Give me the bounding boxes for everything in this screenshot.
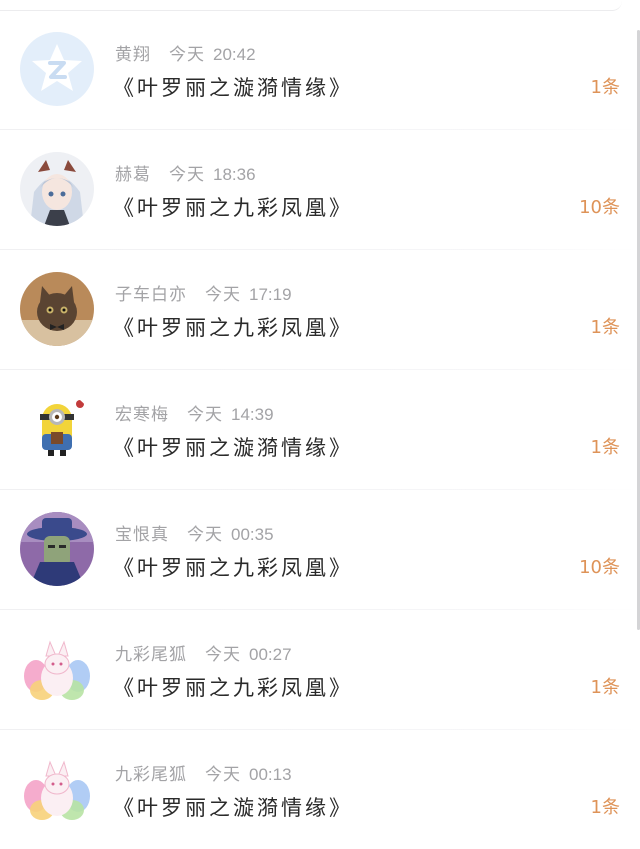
- sender-name[interactable]: 宏寒梅: [115, 405, 169, 425]
- item-meta: 子车白亦 今天 17:19: [115, 280, 292, 305]
- book-title[interactable]: 《叶罗丽之漩漪情缘》: [113, 72, 353, 102]
- item-meta: 九彩尾狐 今天 00:27: [115, 640, 292, 665]
- reply-count: 1条: [590, 77, 620, 98]
- time-label: 14:39: [231, 405, 274, 424]
- date-label: 今天: [205, 765, 241, 785]
- reply-count: 1条: [590, 797, 620, 818]
- date-label: 今天: [169, 45, 205, 65]
- reply-count: 10条: [579, 197, 620, 218]
- date-label: 今天: [187, 405, 223, 425]
- qq-star-avatar[interactable]: [20, 32, 94, 106]
- minion-avatar[interactable]: [20, 392, 94, 466]
- time-label: 00:13: [249, 765, 292, 784]
- book-title[interactable]: 《叶罗丽之九彩凤凰》: [113, 552, 353, 582]
- reply-count: 1条: [590, 677, 620, 698]
- time-label: 18:36: [213, 165, 256, 184]
- nine-tailed-fox-avatar[interactable]: [20, 752, 94, 826]
- sender-name[interactable]: 九彩尾狐: [115, 645, 187, 665]
- sender-name[interactable]: 黄翔: [115, 45, 151, 65]
- masked-figure-avatar[interactable]: [20, 512, 94, 586]
- sender-name[interactable]: 九彩尾狐: [115, 765, 187, 785]
- anime-girl-avatar[interactable]: [20, 152, 94, 226]
- list-item[interactable]: 宏寒梅 今天 14:39 《叶罗丽之漩漪情缘》 1条: [0, 370, 637, 490]
- list-item[interactable]: 子车白亦 今天 17:19 《叶罗丽之九彩凤凰》 1条: [0, 250, 637, 370]
- time-label: 00:27: [249, 645, 292, 664]
- book-title[interactable]: 《叶罗丽之九彩凤凰》: [113, 672, 353, 702]
- book-title[interactable]: 《叶罗丽之九彩凤凰》: [113, 312, 353, 342]
- nine-tailed-fox-avatar[interactable]: [20, 632, 94, 706]
- book-title[interactable]: 《叶罗丽之九彩凤凰》: [113, 192, 353, 222]
- time-label: 00:35: [231, 525, 274, 544]
- message-list[interactable]: 黄翔 今天 20:42 《叶罗丽之漩漪情缘》 1条 赫葛 今天 18:36 《叶…: [0, 10, 637, 849]
- message-list-page: 黄翔 今天 20:42 《叶罗丽之漩漪情缘》 1条 赫葛 今天 18:36 《叶…: [0, 0, 640, 849]
- list-item[interactable]: 九彩尾狐 今天 00:13 《叶罗丽之漩漪情缘》 1条: [0, 730, 637, 849]
- book-title[interactable]: 《叶罗丽之漩漪情缘》: [113, 432, 353, 462]
- time-label: 20:42: [213, 45, 256, 64]
- date-label: 今天: [205, 285, 241, 305]
- item-meta: 宝恨真 今天 00:35: [115, 520, 274, 545]
- reply-count: 10条: [579, 557, 620, 578]
- date-label: 今天: [187, 525, 223, 545]
- reply-count: 1条: [590, 437, 620, 458]
- sender-name[interactable]: 宝恨真: [115, 525, 169, 545]
- item-meta: 黄翔 今天 20:42: [115, 40, 256, 65]
- book-title[interactable]: 《叶罗丽之漩漪情缘》: [113, 792, 353, 822]
- sender-name[interactable]: 赫葛: [115, 165, 151, 185]
- list-item[interactable]: 赫葛 今天 18:36 《叶罗丽之九彩凤凰》 10条: [0, 130, 637, 250]
- kitten-avatar[interactable]: [20, 272, 94, 346]
- list-item[interactable]: 九彩尾狐 今天 00:27 《叶罗丽之九彩凤凰》 1条: [0, 610, 637, 730]
- list-item[interactable]: 宝恨真 今天 00:35 《叶罗丽之九彩凤凰》 10条: [0, 490, 637, 610]
- sender-name[interactable]: 子车白亦: [115, 285, 187, 305]
- item-meta: 宏寒梅 今天 14:39: [115, 400, 274, 425]
- reply-count: 1条: [590, 317, 620, 338]
- date-label: 今天: [205, 645, 241, 665]
- date-label: 今天: [169, 165, 205, 185]
- item-meta: 赫葛 今天 18:36: [115, 160, 256, 185]
- list-item[interactable]: 黄翔 今天 20:42 《叶罗丽之漩漪情缘》 1条: [0, 10, 637, 130]
- item-meta: 九彩尾狐 今天 00:13: [115, 760, 292, 785]
- time-label: 17:19: [249, 285, 292, 304]
